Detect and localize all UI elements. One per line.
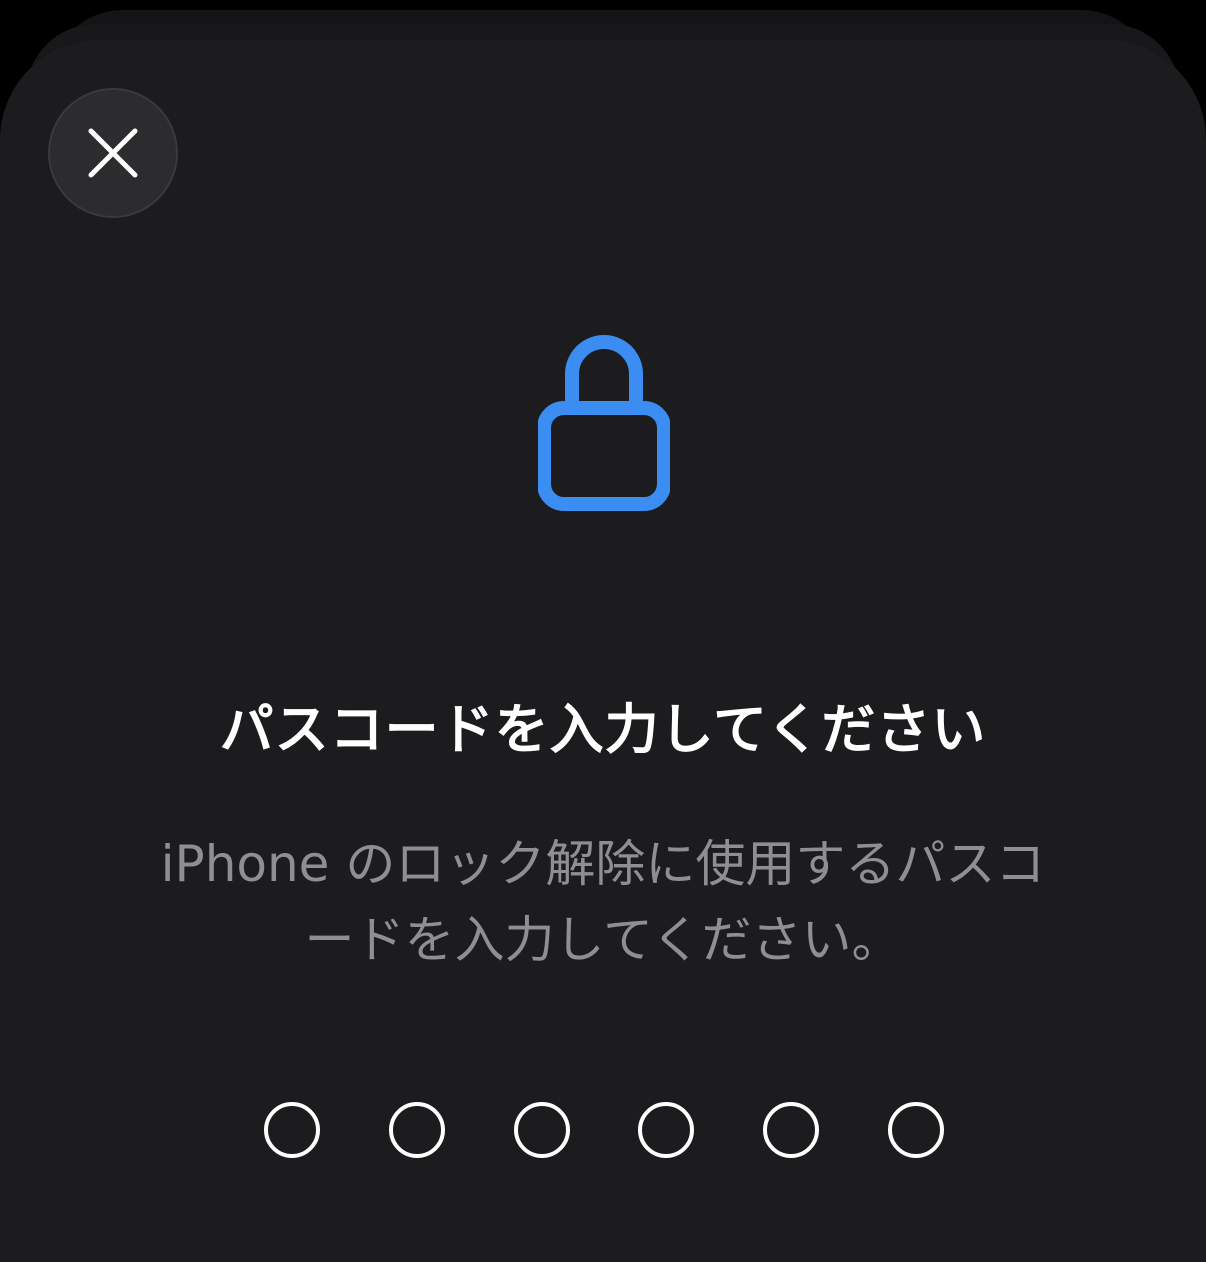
close-button[interactable] (48, 88, 178, 218)
passcode-indicator (264, 1100, 944, 1164)
passcode-sheet (0, 40, 1206, 1262)
passcode-dot (513, 1102, 570, 1158)
close-icon (88, 128, 138, 178)
lock-icon (538, 335, 670, 511)
passcode-dot (638, 1102, 695, 1158)
page-title: パスコードを入力してください (219, 698, 987, 761)
passcode-dot (264, 1102, 320, 1158)
passcode-dot (388, 1102, 445, 1158)
passcode-dot (887, 1102, 944, 1158)
page-subtitle: iPhone のロック解除に使用するパスコードを入力してください。 (160, 835, 1046, 969)
passcode-dot (763, 1102, 820, 1158)
